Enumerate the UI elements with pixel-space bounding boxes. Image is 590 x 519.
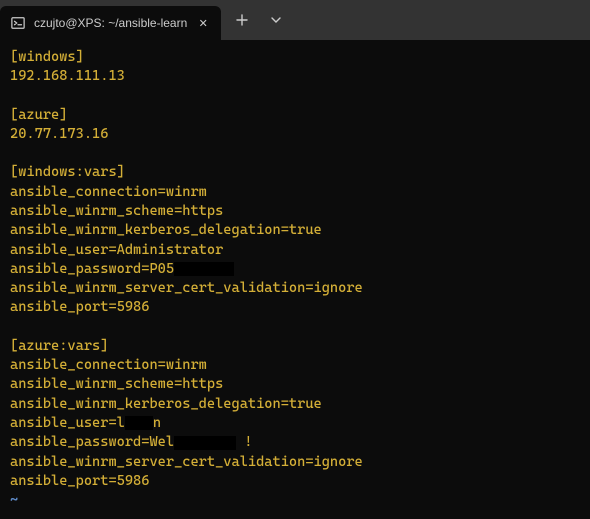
terminal-icon bbox=[10, 15, 26, 31]
terminal-line: [windows] bbox=[10, 48, 580, 67]
terminal-content[interactable]: [windows]192.168.111.13 [azure]20.77.173.… bbox=[0, 40, 590, 519]
new-tab-button[interactable] bbox=[227, 5, 257, 35]
terminal-line: ansible_password=Wel ! bbox=[10, 433, 580, 452]
titlebar: czujto@XPS: ~/ansible-learn ✕ bbox=[0, 0, 590, 40]
close-tab-button[interactable]: ✕ bbox=[195, 15, 211, 31]
tab-dropdown-button[interactable] bbox=[261, 5, 291, 35]
terminal-line: ansible_connection=winrm bbox=[10, 356, 580, 375]
terminal-line: ansible_port=5986 bbox=[10, 298, 580, 317]
terminal-line: ansible_connection=winrm bbox=[10, 183, 580, 202]
terminal-line: ansible_winrm_server_cert_validation=ign… bbox=[10, 453, 580, 472]
terminal-line: ansible_port=5986 bbox=[10, 472, 580, 491]
redacted-text bbox=[125, 416, 153, 430]
terminal-line: ansible_winrm_server_cert_validation=ign… bbox=[10, 279, 580, 298]
terminal-line: ansible_user=ln bbox=[10, 414, 580, 433]
empty-line bbox=[10, 87, 580, 106]
terminal-line: ansible_password=P05 bbox=[10, 260, 580, 279]
empty-line bbox=[10, 144, 580, 163]
terminal-line: ansible_winrm_kerberos_delegation=true bbox=[10, 395, 580, 414]
tab-title: czujto@XPS: ~/ansible-learn bbox=[34, 16, 187, 30]
terminal-line: ansible_winrm_scheme=https bbox=[10, 375, 580, 394]
redacted-text bbox=[174, 262, 234, 276]
terminal-line: ansible_winrm_scheme=https bbox=[10, 202, 580, 221]
terminal-line: ansible_winrm_kerberos_delegation=true bbox=[10, 221, 580, 240]
active-tab[interactable]: czujto@XPS: ~/ansible-learn ✕ bbox=[0, 6, 221, 40]
terminal-line: ansible_user=Administrator bbox=[10, 241, 580, 260]
empty-line bbox=[10, 318, 580, 337]
terminal-line: 20.77.173.16 bbox=[10, 125, 580, 144]
terminal-line: [windows:vars] bbox=[10, 163, 580, 182]
terminal-line: [azure:vars] bbox=[10, 337, 580, 356]
tab-actions bbox=[221, 5, 291, 35]
terminal-line: 192.168.111.13 bbox=[10, 67, 580, 86]
redacted-text bbox=[174, 436, 236, 450]
terminal-line: [azure] bbox=[10, 106, 580, 125]
